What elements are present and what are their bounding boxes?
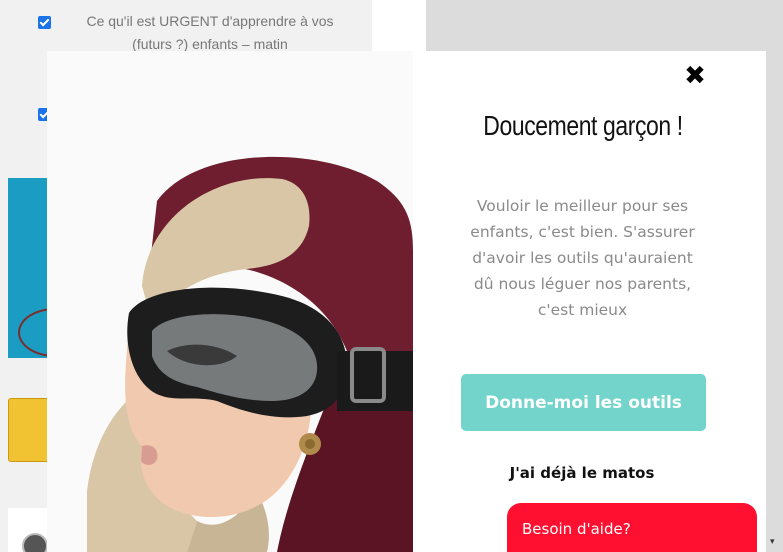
help-chat-widget[interactable]: Besoin d'aide? <box>507 503 757 552</box>
avatar <box>22 533 48 552</box>
cta-button[interactable]: Donne-moi les outils <box>461 374 706 431</box>
popup-description: Vouloir le meilleur pour ses enfants, c'… <box>470 197 695 319</box>
list-item-text[interactable]: Ce qu'il est URGENT d'apprendre à vos (f… <box>72 10 348 56</box>
checkbox-checked[interactable] <box>38 16 51 29</box>
popup-modal: ✖ Doucement garçon ! Vouloir le meilleur… <box>47 51 766 552</box>
popup-title: Doucement garçon ! <box>483 110 683 141</box>
close-icon[interactable]: ✖ <box>684 61 706 91</box>
scroll-down-icon[interactable]: ▾ <box>770 536 775 547</box>
already-have-link[interactable]: J'ai déjà le matos <box>497 464 667 482</box>
child-aviator-photo <box>47 51 413 552</box>
